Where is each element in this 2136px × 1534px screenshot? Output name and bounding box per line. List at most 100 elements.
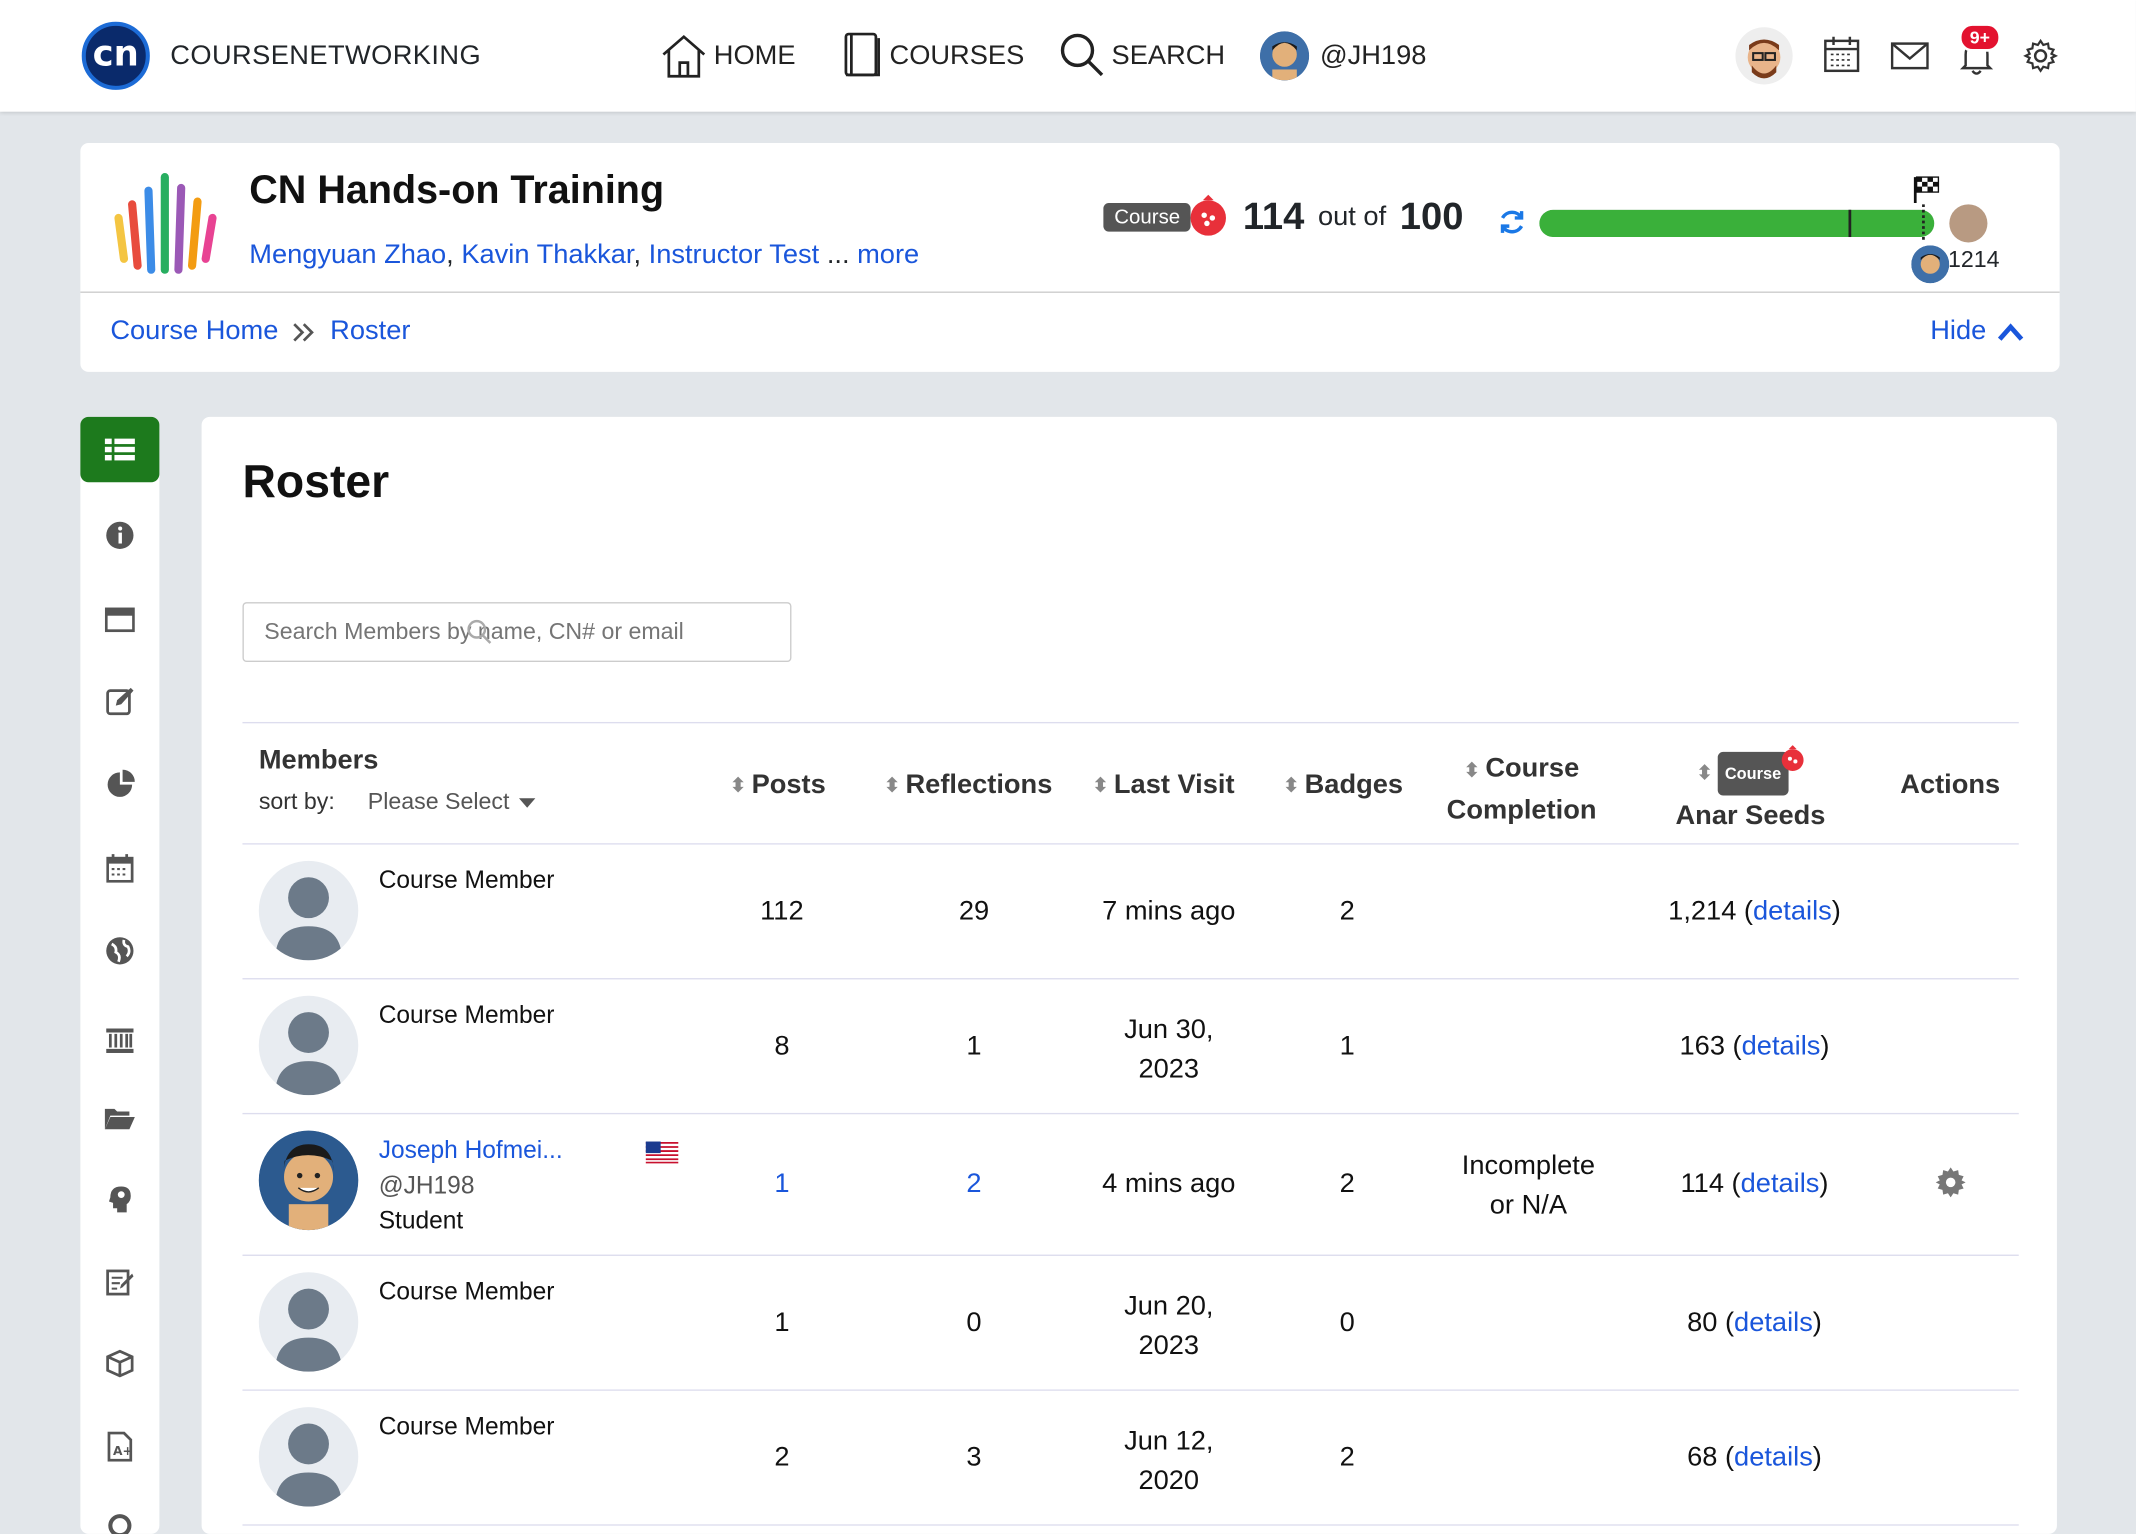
pomegranate-icon xyxy=(1190,194,1226,235)
instructor-ellipsis: ... xyxy=(826,239,850,270)
posts-count: 112 xyxy=(760,896,804,927)
reflections-count: 3 xyxy=(966,1442,982,1473)
seeds-details-link[interactable]: details xyxy=(1753,896,1832,926)
user-menu-avatar[interactable] xyxy=(1735,27,1793,85)
pomegranate-icon xyxy=(1781,745,1803,772)
sort-by-label: sort by: xyxy=(258,788,335,815)
member-avatar[interactable] xyxy=(258,995,359,1096)
caret-down-icon xyxy=(518,798,536,808)
sidebar-item-stats[interactable] xyxy=(104,768,137,801)
anar-seeds-value: 114 (details) xyxy=(1680,1168,1829,1199)
reflections-count: 0 xyxy=(966,1307,982,1338)
last-visit: Jun 12, 2020 xyxy=(1124,1426,1214,1496)
info-icon xyxy=(106,521,134,549)
course-logo-hands xyxy=(110,163,222,275)
course-progress-bar xyxy=(1539,209,1935,238)
seeds-details-link[interactable]: details xyxy=(1742,1031,1821,1061)
member-avatar[interactable] xyxy=(258,1272,359,1372)
member-search-box[interactable] xyxy=(242,602,792,663)
col-last-visit[interactable]: ⬍ Last Visit xyxy=(1092,770,1234,801)
breadcrumb-course-home[interactable]: Course Home xyxy=(110,316,278,347)
col-members: Members xyxy=(258,745,379,776)
sidebar-item-globe[interactable] xyxy=(104,934,137,967)
sidebar-item-folders[interactable] xyxy=(104,1102,137,1135)
progress-marker xyxy=(1848,209,1852,238)
table-row: Course Member 2 3 Jun 12, 2020 2 68 (det… xyxy=(242,1391,2019,1526)
leader-avatar[interactable] xyxy=(1949,204,1988,243)
col-reflections[interactable]: ⬍ Reflections xyxy=(884,770,1052,801)
posts-count: 1 xyxy=(774,1307,790,1338)
sidebar-item-window[interactable] xyxy=(104,603,137,636)
col-badges[interactable]: ⬍ Badges xyxy=(1283,770,1403,801)
seeds-details-link[interactable]: details xyxy=(1734,1308,1813,1338)
nav-courses[interactable]: COURSES xyxy=(840,30,1024,82)
member-search-input[interactable] xyxy=(264,618,728,646)
sidebar-item-modules[interactable] xyxy=(104,1347,137,1380)
instructor-link[interactable]: Instructor Test xyxy=(649,240,820,270)
seeds-details-link[interactable]: details xyxy=(1741,1169,1820,1199)
nav-profile[interactable]: @JH198 xyxy=(1260,30,1426,82)
hide-label: Hide xyxy=(1930,316,1987,346)
grade-document-icon: A+ xyxy=(107,1431,133,1462)
sort-select[interactable]: Please Select xyxy=(368,789,537,816)
member-name: Course Member xyxy=(378,866,555,894)
roster-table: Members sort by: Please Select ⬍ Posts ⬍ R… xyxy=(242,721,2019,1526)
nav-search[interactable]: SEARCH xyxy=(1057,30,1225,82)
member-avatar[interactable] xyxy=(258,1407,359,1507)
col-anar-seeds[interactable]: ⬍ Course Anar Seeds xyxy=(1676,745,1825,837)
member-avatar[interactable] xyxy=(258,860,359,961)
member-actions-gear-icon[interactable] xyxy=(1935,1167,1966,1204)
sidebar-item-roster[interactable] xyxy=(80,416,160,483)
member-avatar[interactable] xyxy=(258,1130,359,1231)
header-divider xyxy=(80,291,2060,293)
reflections-count-link[interactable]: 2 xyxy=(933,1169,1015,1200)
mail-icon[interactable] xyxy=(1890,41,1929,78)
my-rank-avatar[interactable] xyxy=(1911,245,1950,284)
home-icon xyxy=(662,34,706,78)
course-title[interactable]: CN Hands-on Training xyxy=(249,169,664,214)
sidebar-item-institution[interactable] xyxy=(104,1022,137,1055)
table-row: Course Member 8 1 Jun 30, 2023 1 163 (de… xyxy=(242,979,2019,1115)
table-header: Members sort by: Please Select ⬍ Posts ⬍ R… xyxy=(242,721,2019,845)
member-name: Course Member xyxy=(378,1277,555,1305)
breadcrumb: Course Home Roster xyxy=(110,316,410,347)
sidebar-item-info[interactable] xyxy=(104,519,137,552)
calendar-icon[interactable] xyxy=(1823,35,1861,80)
chevron-up-icon xyxy=(1998,322,2024,341)
double-chevron-right-icon xyxy=(293,322,315,341)
member-role: Student xyxy=(378,1206,464,1235)
sidebar-item-calendar[interactable] xyxy=(104,851,137,884)
refresh-icon[interactable] xyxy=(1497,207,1527,244)
member-name-link[interactable]: Joseph Hofmei... xyxy=(379,1136,563,1165)
instructor-link[interactable]: Mengyuan Zhao xyxy=(249,240,446,270)
sidebar-item-assignments[interactable] xyxy=(104,1265,137,1298)
badges-count: 0 xyxy=(1339,1307,1355,1338)
head-idea-icon xyxy=(108,1186,131,1213)
sidebar-item-more[interactable] xyxy=(104,1509,137,1534)
col-posts[interactable]: ⬍ Posts xyxy=(730,770,826,801)
breadcrumb-roster[interactable]: Roster xyxy=(330,316,410,347)
last-visit: 4 mins ago xyxy=(1102,1168,1236,1199)
progress-fill xyxy=(1539,209,1935,238)
col-course-completion[interactable]: ⬍ Course Completion xyxy=(1447,748,1597,831)
member-name: Course Member xyxy=(378,1412,555,1440)
more-instructors-link[interactable]: more xyxy=(857,240,919,270)
brand-name[interactable]: COURSENETWORKING xyxy=(170,41,481,72)
hide-header-button[interactable]: Hide xyxy=(1930,316,2024,347)
instructor-link[interactable]: Kavin Thakkar xyxy=(461,240,633,270)
table-row: Course Member 1 0 Jun 20, 2023 0 80 (det… xyxy=(242,1256,2019,1391)
sidebar-item-edit[interactable] xyxy=(104,685,137,718)
book-icon xyxy=(844,32,880,77)
list-icon xyxy=(104,438,135,461)
badges-count: 2 xyxy=(1339,1442,1355,1473)
nav-home[interactable]: HOME xyxy=(659,30,796,82)
cn-logo[interactable]: cn xyxy=(81,21,150,90)
posts-count-link[interactable]: 1 xyxy=(741,1169,823,1200)
score-value: 114 xyxy=(1242,194,1305,238)
nav-profile-label: @JH198 xyxy=(1319,40,1427,71)
sidebar-item-ideas[interactable] xyxy=(104,1182,137,1215)
sidebar-item-grades[interactable]: A+ xyxy=(104,1430,137,1463)
search-icon[interactable] xyxy=(466,618,493,645)
seeds-details-link[interactable]: details xyxy=(1734,1443,1813,1473)
settings-gear-icon[interactable] xyxy=(2023,38,2058,80)
